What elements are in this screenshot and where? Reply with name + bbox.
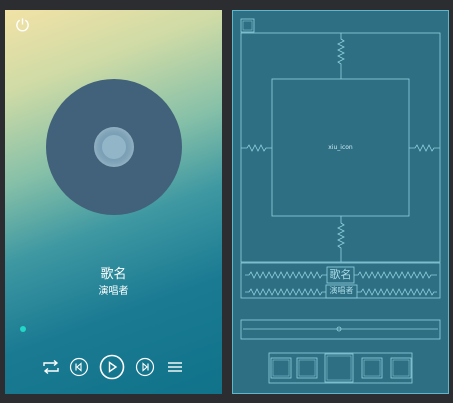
disc-center	[94, 127, 134, 167]
bp-spring-title-left	[245, 271, 327, 279]
bp-play-box	[324, 353, 354, 383]
progress-thumb[interactable]	[20, 326, 26, 332]
bp-repeat-box	[270, 357, 292, 379]
bp-image-label: xiu_icon	[328, 144, 353, 151]
bp-spring-left	[241, 144, 272, 152]
album-disc	[46, 79, 182, 215]
disc-hole	[102, 135, 126, 159]
play-icon[interactable]	[99, 353, 125, 381]
bp-spring-bottom	[337, 216, 345, 262]
bp-song-title: 歌名	[329, 268, 352, 281]
bp-spring-artist-left	[245, 288, 326, 296]
next-track-icon[interactable]	[135, 356, 155, 378]
bp-spring-title-right	[354, 271, 437, 279]
bp-spring-right	[409, 144, 440, 152]
bp-next-box	[361, 357, 383, 379]
bp-controls-row	[268, 352, 413, 384]
song-artist: 演唱者	[98, 286, 129, 297]
bp-spring-artist-right	[357, 288, 437, 296]
blueprint-wireframe	[240, 18, 441, 384]
bp-power-inner	[242, 20, 253, 31]
bp-seekbar	[240, 319, 441, 340]
blueprint-view: xiu_icon 歌名 演唱者	[232, 10, 449, 394]
bp-prev-box	[296, 357, 318, 379]
bp-spring-top	[337, 33, 345, 79]
repeat-icon[interactable]	[41, 356, 61, 378]
bp-menu-box	[390, 357, 412, 379]
power-icon[interactable]	[15, 17, 30, 32]
playlist-menu-icon[interactable]	[166, 356, 184, 378]
phone-preview: 歌名 演唱者	[5, 10, 222, 394]
previous-track-icon[interactable]	[69, 356, 89, 378]
bp-song-artist: 演唱者	[329, 286, 354, 295]
song-title: 歌名	[100, 267, 127, 282]
